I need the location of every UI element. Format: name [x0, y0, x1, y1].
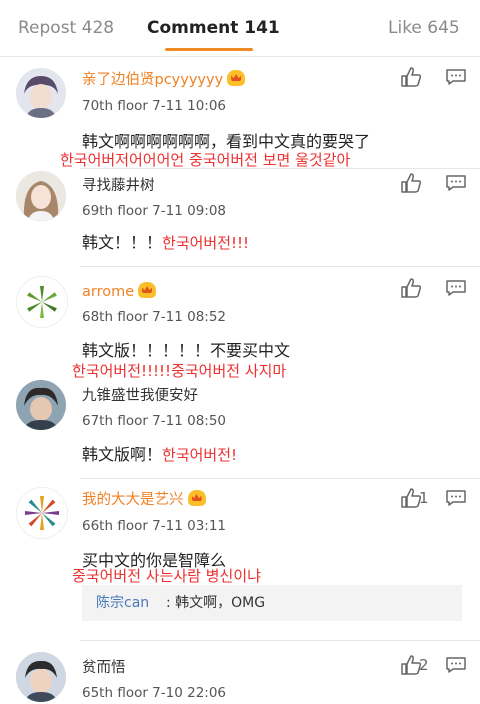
comment-divider	[80, 478, 480, 479]
vip-crown-icon	[187, 490, 206, 506]
like-count: 1	[419, 489, 429, 507]
korean-overlay-text: 중국어버전 사는사람 병신이냐	[72, 567, 261, 585]
like-count: 2	[419, 656, 429, 674]
comment-meta: 67th floor 7-11 08:50	[82, 413, 227, 429]
tab-comment[interactable]: Comment 141	[147, 16, 280, 40]
leaf-logo-avatar[interactable]	[16, 276, 68, 328]
comment-text: 韩文版！！！！！不要买中文	[82, 341, 291, 360]
comment-username[interactable]: 九锥盛世我便安好	[82, 386, 198, 406]
comment-divider	[80, 266, 480, 267]
comment-text: 韩文版啊！한국어버전!	[82, 445, 238, 464]
comment-meta: 68th floor 7-11 08:52	[82, 309, 227, 325]
comment-username[interactable]: 亲了边伯贤pcyyyyyy	[82, 70, 246, 90]
vip-crown-icon	[138, 282, 157, 298]
thumbs-up-icon[interactable]	[400, 172, 422, 194]
korean-overlay-text: 한국어버저어어어언 중국어버전 보면 울것같아	[60, 151, 351, 169]
comment-divider	[80, 640, 480, 641]
comment-more-icon[interactable]	[446, 657, 466, 673]
user-avatar[interactable]	[16, 652, 66, 702]
comment-more-icon[interactable]	[446, 175, 466, 191]
korean-overlay-text: 한국어버전!!!!!중국어버전 사지마	[72, 362, 287, 380]
reply-author-link[interactable]: 陈宗can	[96, 593, 149, 613]
comment-divider	[80, 168, 480, 169]
comment-meta: 66th floor 7-11 03:11	[82, 518, 227, 534]
active-tab-indicator	[165, 48, 253, 51]
comment-username[interactable]: arrome	[82, 282, 157, 302]
comment-meta: 70th floor 7-11 10:06	[82, 98, 227, 114]
korean-inline-text: 한국어버전!	[162, 446, 238, 464]
korean-inline-text: 한국어버전!!!	[162, 234, 250, 252]
comment-username[interactable]: 我的大大是艺兴	[82, 490, 206, 510]
comment-tabs: Repost 428 Comment 141 Like 645	[0, 0, 480, 56]
leaf-logo-avatar[interactable]	[16, 487, 68, 539]
comment-meta: 65th floor 7-10 22:06	[82, 685, 227, 701]
comment-more-icon[interactable]	[446, 490, 466, 506]
thumbs-up-icon[interactable]	[400, 66, 422, 88]
comment-more-icon[interactable]	[446, 280, 466, 296]
comment-meta: 69th floor 7-11 09:08	[82, 203, 227, 219]
vip-crown-icon	[227, 70, 246, 86]
reply-preview[interactable]: 陈宗can : 韩文啊，OMG	[82, 585, 462, 621]
comment-more-icon[interactable]	[446, 69, 466, 85]
reply-text: : 韩文啊，OMG	[166, 595, 266, 611]
comment-username[interactable]: 贫而悟	[82, 658, 126, 678]
tab-like[interactable]: Like 645	[388, 16, 460, 40]
comment-text: 韩文！！！한국어버전!!!	[82, 233, 250, 252]
tabs-divider	[0, 56, 480, 57]
user-avatar[interactable]	[16, 380, 66, 430]
comment-username[interactable]: 寻找藤井树	[82, 176, 155, 196]
user-avatar[interactable]	[16, 68, 66, 118]
user-avatar[interactable]	[16, 171, 66, 221]
tab-repost[interactable]: Repost 428	[18, 16, 114, 40]
thumbs-up-icon[interactable]	[400, 277, 422, 299]
